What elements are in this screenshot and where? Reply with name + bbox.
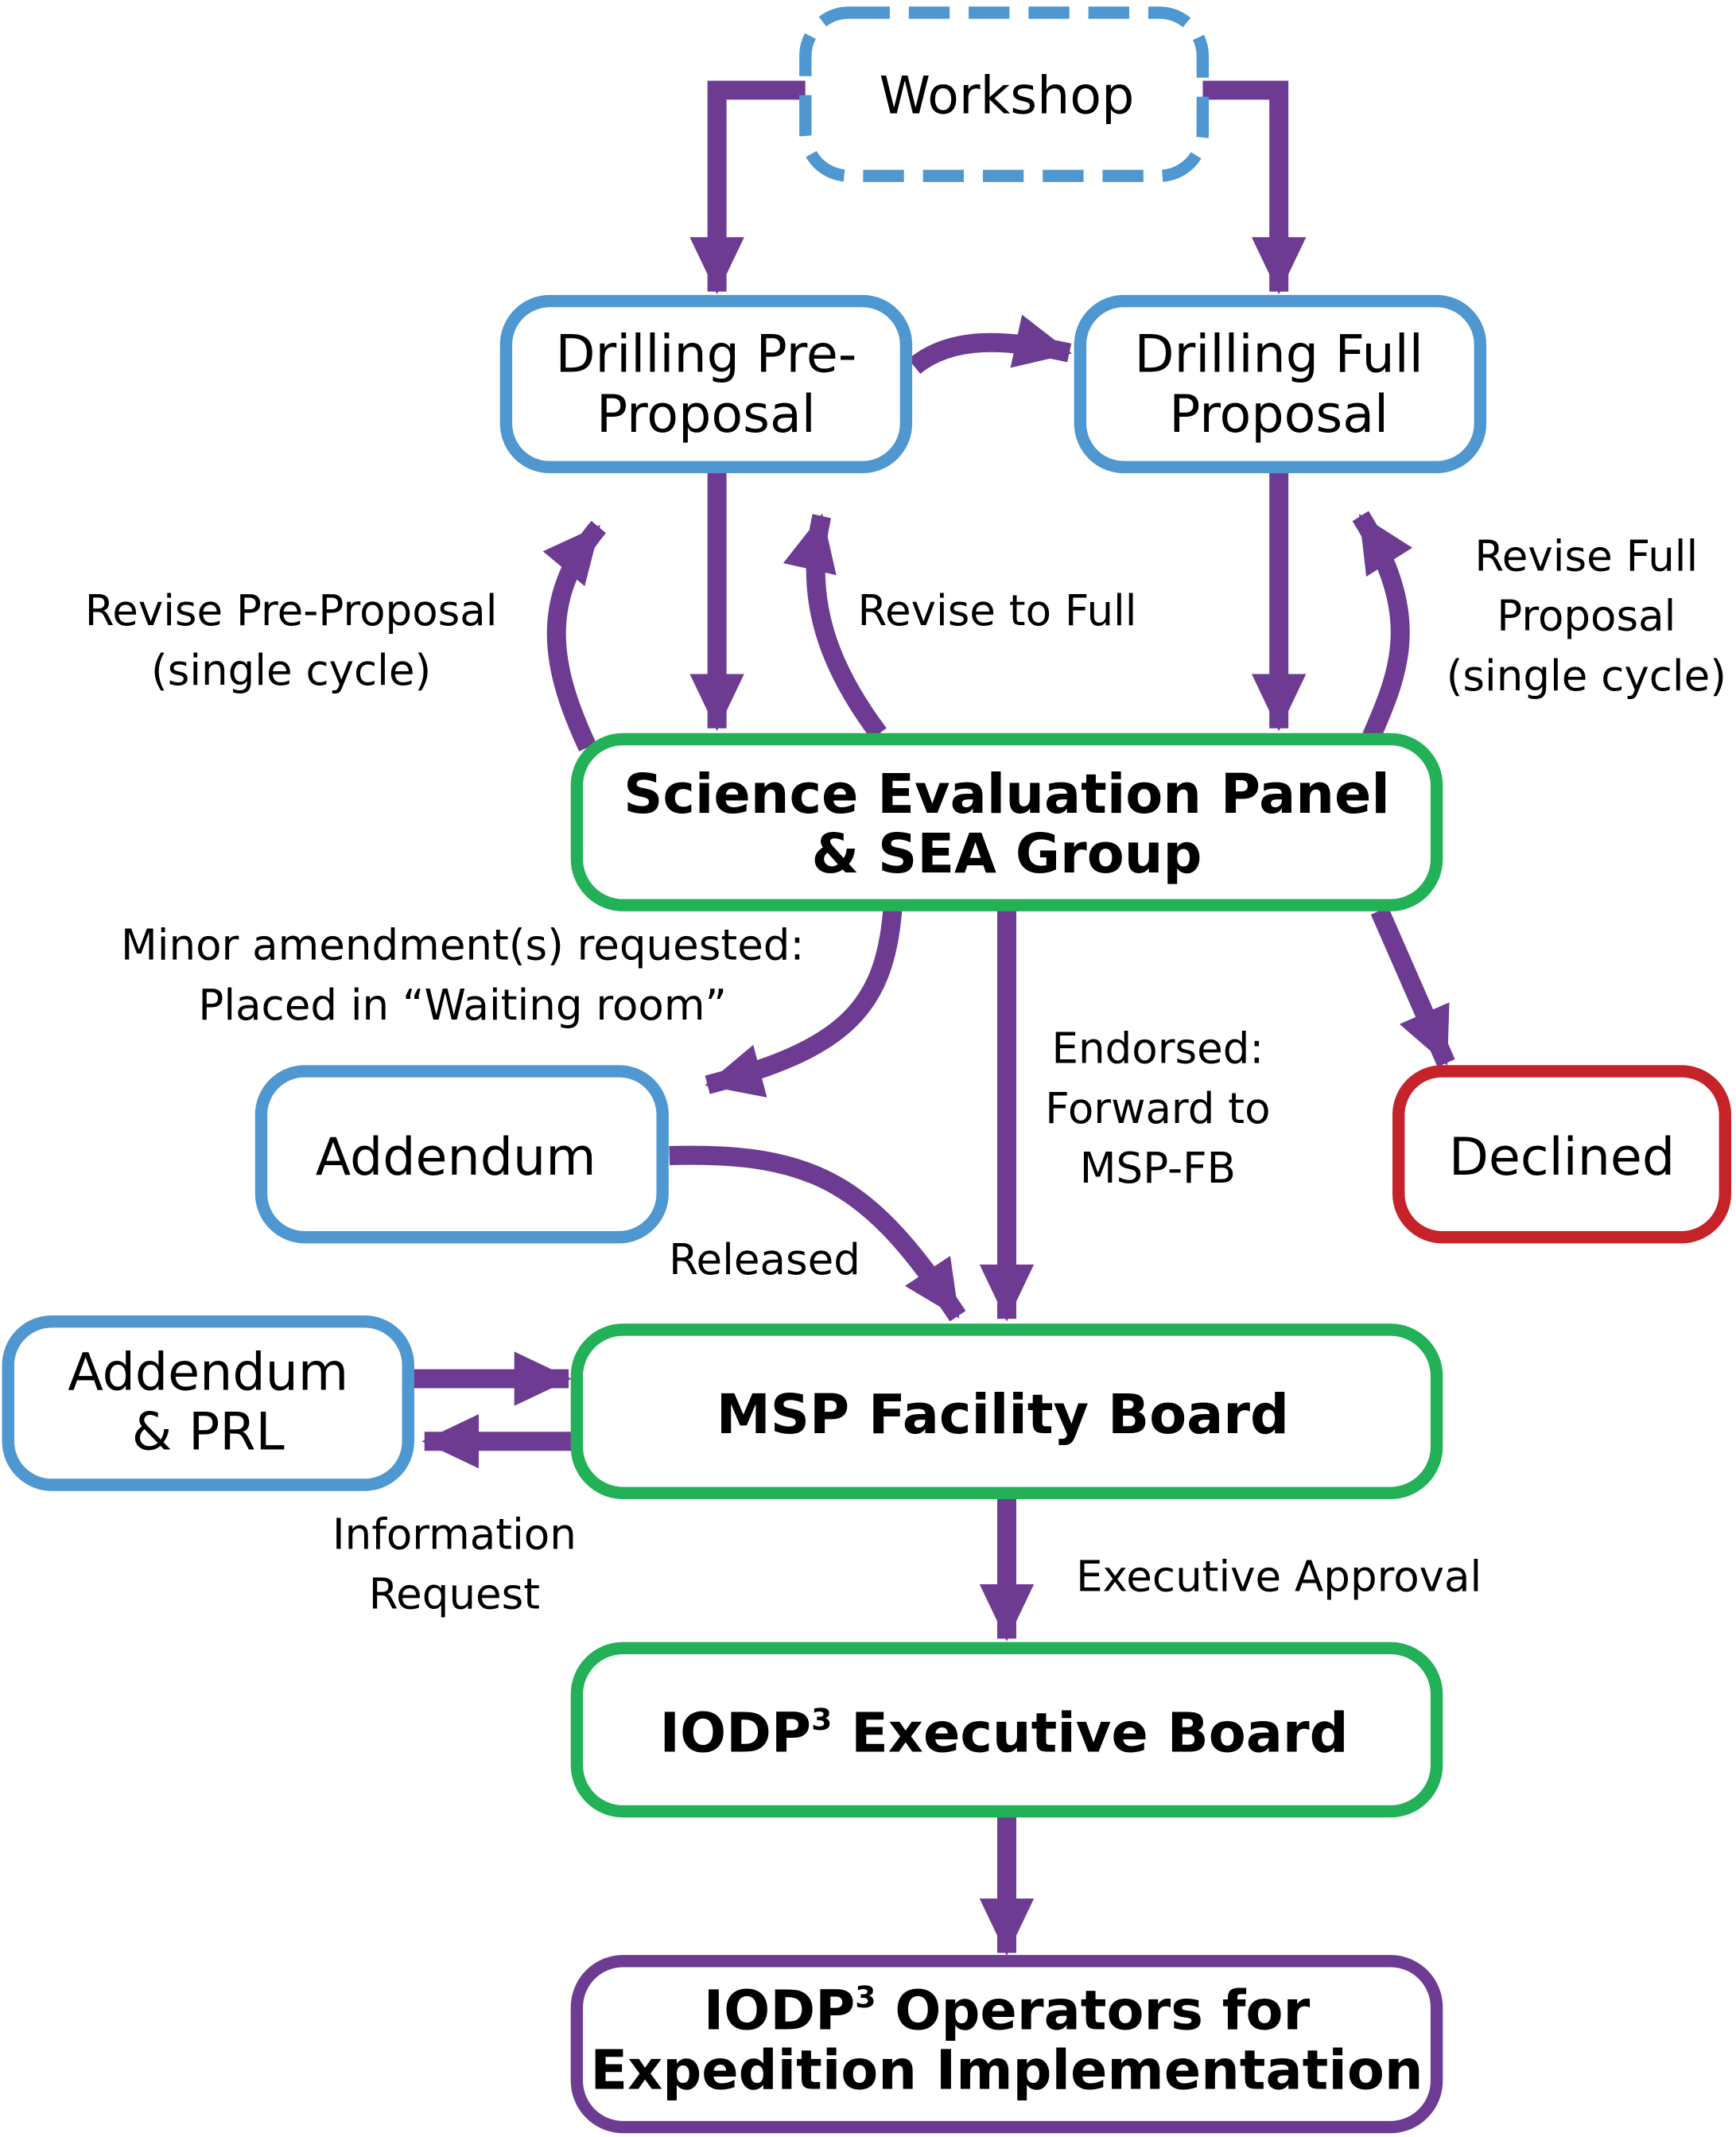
workshop-label: Workshop	[880, 67, 1135, 126]
arrow-revise-pre	[542, 520, 606, 752]
label-information-request-1: Information	[332, 1509, 577, 1559]
node-pre-proposal: Drilling Pre- Proposal	[499, 294, 913, 474]
operators-line2: Expedition Implementation	[590, 2039, 1423, 2103]
full-proposal-line2: Proposal	[1169, 385, 1388, 445]
label-revise-full-2: Proposal	[1497, 592, 1676, 641]
addendum-prl-line1: Addendum	[68, 1342, 348, 1402]
node-executive-board: IODP3 Executive Board	[570, 1642, 1443, 1818]
node-declined: Declined	[1392, 1065, 1732, 1244]
addendum-label: Addendum	[316, 1128, 596, 1187]
label-endorsed-2: Forward to	[1045, 1084, 1270, 1133]
pre-proposal-line1: Drilling Pre-	[555, 325, 856, 385]
label-revise-pre-1: Revise Pre-Proposal	[85, 586, 498, 635]
arrow-workshop-to-pre	[689, 80, 806, 295]
label-minor-amendment-1: Minor amendment(s) requested:	[121, 921, 804, 970]
label-revise-to-full: Revise to Full	[858, 586, 1137, 635]
arrow-revise-full	[1352, 511, 1413, 740]
label-information-request-2: Request	[369, 1570, 540, 1619]
node-addendum-prl: Addendum & PRL	[2, 1315, 414, 1491]
declined-label: Declined	[1449, 1128, 1675, 1187]
arrow-workshop-to-full	[1202, 80, 1307, 295]
exec-board-label: IODP3 Executive Board	[659, 1701, 1348, 1765]
label-revise-full-3: (single cycle)	[1447, 651, 1726, 701]
node-full-proposal: Drilling Full Proposal	[1074, 294, 1487, 474]
msp-fb-label: MSP Facility Board	[717, 1383, 1289, 1447]
sep-line2: & SEA Group	[812, 822, 1202, 886]
node-addendum: Addendum	[254, 1065, 669, 1244]
sep-line1: Science Evaluation Panel	[623, 763, 1390, 826]
label-endorsed-3: MSP-FB	[1080, 1144, 1236, 1193]
full-proposal-line1: Drilling Full	[1135, 325, 1423, 385]
node-operators: IODP3 Operators for Expedition Implement…	[570, 1955, 1443, 2134]
pre-proposal-line2: Proposal	[596, 385, 816, 445]
node-workshop: Workshop	[799, 6, 1210, 182]
label-minor-amendment-2: Placed in “Waiting room”	[198, 981, 727, 1030]
label-revise-pre-2: (single cycle)	[151, 646, 431, 695]
label-executive-approval: Executive Approval	[1076, 1552, 1482, 1601]
addendum-prl-line2: & PRL	[132, 1403, 285, 1463]
proposal-flow-diagram: Workshop Drilling Pre- Proposal Drilling…	[2, 6, 1732, 2134]
label-released: Released	[669, 1235, 860, 1284]
node-msp-facility-board: MSP Facility Board	[570, 1323, 1443, 1499]
operators-line1: IODP3 Operators for	[704, 1979, 1311, 2042]
node-sep: Science Evaluation Panel & SEA Group	[570, 732, 1443, 911]
label-endorsed-1: Endorsed:	[1052, 1024, 1264, 1074]
arrow-sep-to-declined	[1370, 907, 1455, 1067]
label-revise-full-1: Revise Full	[1474, 531, 1698, 581]
arrow-pre-to-full	[908, 314, 1073, 375]
